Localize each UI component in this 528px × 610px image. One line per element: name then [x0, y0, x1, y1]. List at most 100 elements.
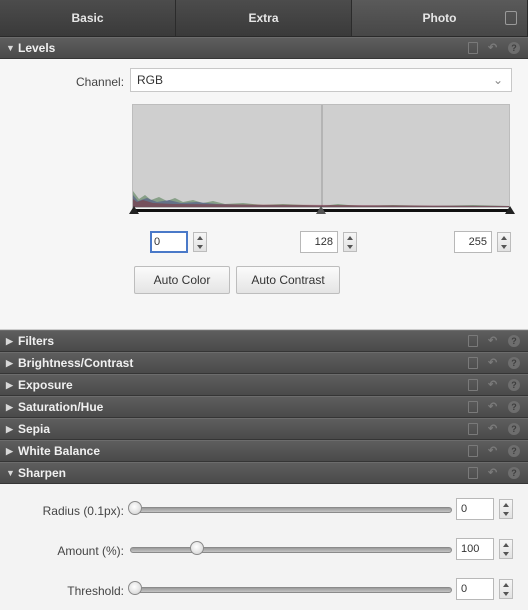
trash-icon[interactable] [468, 445, 478, 457]
amount-slider-track[interactable] [130, 547, 452, 553]
help-icon[interactable]: ? [508, 357, 520, 369]
undo-icon[interactable]: ↶ [488, 42, 498, 54]
stepper-down-icon [197, 245, 203, 249]
sharpen-panel: Radius (0.1px): 0 Amount (%): 100 Thresh… [0, 484, 528, 610]
black-point-stepper[interactable] [193, 232, 207, 252]
section-header-filters[interactable]: ▶ Filters ↶? [0, 330, 528, 352]
levels-panel: Channel: RGB ⌄ 0 128 255 Auto Color Auto… [0, 59, 528, 330]
help-icon[interactable]: ? [508, 379, 520, 391]
radius-slider-track[interactable] [130, 507, 452, 513]
undo-icon[interactable]: ↶ [488, 401, 498, 413]
auto-color-button[interactable]: Auto Color [134, 266, 230, 294]
section-tools: ↶? [468, 335, 520, 347]
help-icon[interactable]: ? [508, 423, 520, 435]
amount-stepper[interactable] [499, 539, 513, 559]
trash-icon[interactable] [468, 42, 478, 54]
trash-icon[interactable] [468, 401, 478, 413]
trash-icon[interactable] [468, 423, 478, 435]
section-tools: ↶? [468, 467, 520, 479]
trash-icon[interactable] [468, 335, 478, 347]
section-title-levels: Levels [18, 41, 56, 55]
section-title-brightness-contrast: Brightness/Contrast [18, 356, 134, 370]
channel-value: RGB [137, 73, 164, 87]
undo-icon[interactable]: ↶ [488, 335, 498, 347]
histogram [132, 104, 510, 208]
black-point-input[interactable]: 0 [150, 231, 188, 253]
stepper-up-icon [503, 543, 509, 547]
trash-icon[interactable] [468, 467, 478, 479]
amount-row: Amount (%): 100 [0, 538, 528, 568]
help-icon[interactable]: ? [508, 401, 520, 413]
radius-slider-thumb[interactable] [128, 501, 142, 515]
collapsed-arrow-icon: ▶ [6, 423, 13, 434]
radius-input[interactable]: 0 [456, 498, 494, 520]
auto-contrast-button[interactable]: Auto Contrast [236, 266, 340, 294]
section-header-saturation-hue[interactable]: ▶ Saturation/Hue ↶? [0, 396, 528, 418]
undo-icon[interactable]: ↶ [488, 357, 498, 369]
undo-icon[interactable]: ↶ [488, 445, 498, 457]
amount-input[interactable]: 100 [456, 538, 494, 560]
undo-icon[interactable]: ↶ [488, 379, 498, 391]
amount-slider-thumb[interactable] [190, 541, 204, 555]
white-point-stepper[interactable] [497, 232, 511, 252]
threshold-stepper[interactable] [499, 579, 513, 599]
stepper-up-icon [347, 236, 353, 240]
trash-icon[interactable] [468, 357, 478, 369]
tab-bar: Basic Extra Photo [0, 0, 528, 37]
section-tools: ↶? [468, 357, 520, 369]
section-header-sepia[interactable]: ▶ Sepia ↶? [0, 418, 528, 440]
black-point-handle[interactable] [129, 206, 139, 214]
chevron-down-icon: ⌄ [492, 73, 503, 87]
section-header-brightness-contrast[interactable]: ▶ Brightness/Contrast ↶? [0, 352, 528, 374]
tab-photo-label: Photo [422, 11, 457, 25]
help-icon[interactable]: ? [508, 335, 520, 347]
section-tools: ↶? [468, 423, 520, 435]
collapsed-arrow-icon: ▶ [6, 357, 13, 368]
section-title-exposure: Exposure [18, 378, 73, 392]
radius-stepper[interactable] [499, 499, 513, 519]
tab-extra-label: Extra [248, 11, 279, 25]
threshold-label: Threshold: [67, 584, 124, 598]
collapsed-arrow-icon: ▶ [6, 335, 13, 346]
undo-icon[interactable]: ↶ [488, 467, 498, 479]
threshold-slider-track[interactable] [130, 587, 452, 593]
collapsed-arrow-icon: ▶ [6, 445, 13, 456]
collapsed-arrow-icon: ▶ [6, 379, 13, 390]
stepper-down-icon [503, 512, 509, 516]
tab-extra[interactable]: Extra [176, 0, 352, 36]
threshold-row: Threshold: 0 [0, 578, 528, 608]
help-icon[interactable]: ? [508, 445, 520, 457]
stepper-up-icon [503, 583, 509, 587]
white-point-control: 255 [454, 231, 511, 253]
help-icon[interactable]: ? [508, 42, 520, 54]
collapsed-arrow-icon: ▶ [6, 401, 13, 412]
white-point-handle[interactable] [505, 206, 515, 214]
undo-icon[interactable]: ↶ [488, 423, 498, 435]
section-header-exposure[interactable]: ▶ Exposure ↶? [0, 374, 528, 396]
section-header-levels[interactable]: ▼ Levels ↶ ? [0, 37, 528, 59]
document-icon[interactable] [505, 11, 517, 25]
section-title-sepia: Sepia [18, 422, 51, 436]
tab-basic[interactable]: Basic [0, 0, 176, 36]
threshold-slider-thumb[interactable] [128, 581, 142, 595]
gamma-stepper[interactable] [343, 232, 357, 252]
section-tools: ↶? [468, 445, 520, 457]
threshold-input[interactable]: 0 [456, 578, 494, 600]
tab-photo[interactable]: Photo [352, 0, 528, 36]
section-header-white-balance[interactable]: ▶ White Balance ↶? [0, 440, 528, 462]
section-title-sharpen: Sharpen [18, 466, 67, 480]
white-point-input[interactable]: 255 [454, 231, 492, 253]
section-tools: ↶ ? [468, 42, 520, 54]
trash-icon[interactable] [468, 379, 478, 391]
section-header-sharpen[interactable]: ▼ Sharpen ↶? [0, 462, 528, 484]
gamma-handle[interactable] [316, 206, 326, 214]
histogram-graph [133, 105, 509, 207]
stepper-up-icon [503, 503, 509, 507]
stepper-down-icon [503, 592, 509, 596]
channel-select[interactable]: RGB ⌄ [130, 68, 512, 92]
stepper-down-icon [503, 552, 509, 556]
radius-control: 0 [456, 498, 513, 520]
gamma-input[interactable]: 128 [300, 231, 338, 253]
stepper-down-icon [501, 245, 507, 249]
help-icon[interactable]: ? [508, 467, 520, 479]
